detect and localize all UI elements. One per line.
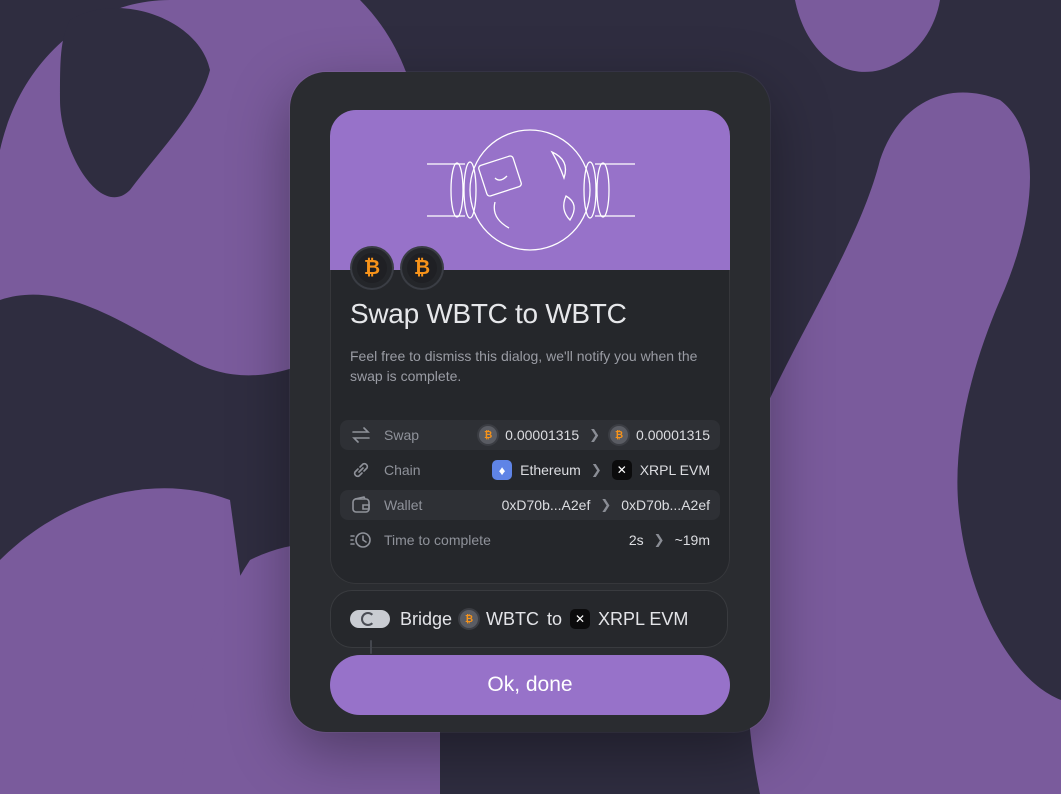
time-elapsed: 2s (628, 532, 644, 548)
link-icon (350, 459, 372, 481)
step-prefix: Bridge (400, 608, 453, 629)
detail-value: ♦ Ethereum ❯ ✕ XRPL EVM (492, 460, 710, 480)
chain-to: XRPL EVM (639, 462, 710, 478)
separator-icon: ❯ (590, 462, 602, 477)
wallet-from: 0xD70b...A2ef (501, 497, 591, 513)
loading-spinner-icon (350, 610, 390, 628)
detail-label: Swap (384, 427, 420, 443)
dialog-title: Swap WBTC to WBTC (350, 298, 627, 329)
step-chain: XRPL EVM (598, 608, 689, 629)
token-from-badge: ₿ (352, 248, 392, 288)
token-to-badge: ₿ (402, 248, 442, 288)
detail-label: Time to complete (384, 532, 491, 548)
swap-from-amount: 0.00001315 (505, 427, 580, 443)
wallet-icon (350, 494, 372, 516)
bitcoin-icon: ₿ (407, 253, 437, 283)
detail-value: ₿ 0.00001315 ❯ ₿ 0.00001315 (479, 426, 710, 444)
swap-to-amount: 0.00001315 (636, 427, 710, 443)
step-middle: to (547, 608, 563, 629)
chain-from: Ethereum (520, 462, 581, 478)
ok-done-button[interactable]: Ok, done (330, 655, 730, 715)
separator-icon: ❯ (600, 497, 612, 512)
detail-row-time: Time to complete 2s ❯ ~19m (340, 525, 720, 555)
hero-illustration (330, 110, 730, 270)
step-connector (370, 640, 372, 654)
separator-icon: ❯ (653, 532, 665, 547)
bitcoin-icon: ₿ (460, 610, 479, 628)
detail-row-chain: Chain ♦ Ethereum ❯ ✕ XRPL EVM (340, 455, 720, 485)
detail-value: 2s ❯ ~19m (629, 532, 710, 548)
swap-arrows-icon (350, 424, 372, 446)
swap-details: Swap ₿ 0.00001315 ❯ ₿ 0.00001315 Chain ♦… (340, 420, 720, 560)
dialog-subtitle: Feel free to dismiss this dialog, we'll … (350, 348, 698, 384)
bitcoin-icon: ₿ (610, 426, 629, 444)
detail-row-wallet: Wallet 0xD70b...A2ef ❯ 0xD70b...A2ef (340, 490, 720, 520)
bridge-pipe-illustration (427, 129, 635, 251)
detail-value: 0xD70b...A2ef ❯ 0xD70b...A2ef (502, 497, 710, 513)
detail-label: Chain (384, 462, 421, 478)
xrpl-icon: ✕ (570, 609, 591, 629)
ethereum-icon: ♦ (492, 460, 513, 480)
detail-row-swap: Swap ₿ 0.00001315 ❯ ₿ 0.00001315 (340, 420, 720, 450)
xrpl-icon: ✕ (611, 460, 632, 480)
time-estimate: ~19m (674, 532, 710, 548)
separator-icon: ❯ (589, 427, 601, 442)
detail-label: Wallet (384, 497, 423, 513)
step-token: WBTC (486, 608, 540, 629)
bridge-step: Bridge ₿ WBTC to ✕ XRPL EVM (330, 590, 728, 648)
token-pair: ₿ ₿ (350, 248, 444, 292)
bitcoin-icon: ₿ (357, 253, 387, 283)
bitcoin-icon: ₿ (479, 426, 498, 444)
swap-summary-card: ₿ ₿ Swap WBTC to WBTC Feel free to dismi… (330, 110, 730, 584)
swap-dialog: ₿ ₿ Swap WBTC to WBTC Feel free to dismi… (290, 72, 770, 732)
wallet-to: 0xD70b...A2ef (621, 497, 710, 513)
clock-icon (350, 529, 372, 551)
